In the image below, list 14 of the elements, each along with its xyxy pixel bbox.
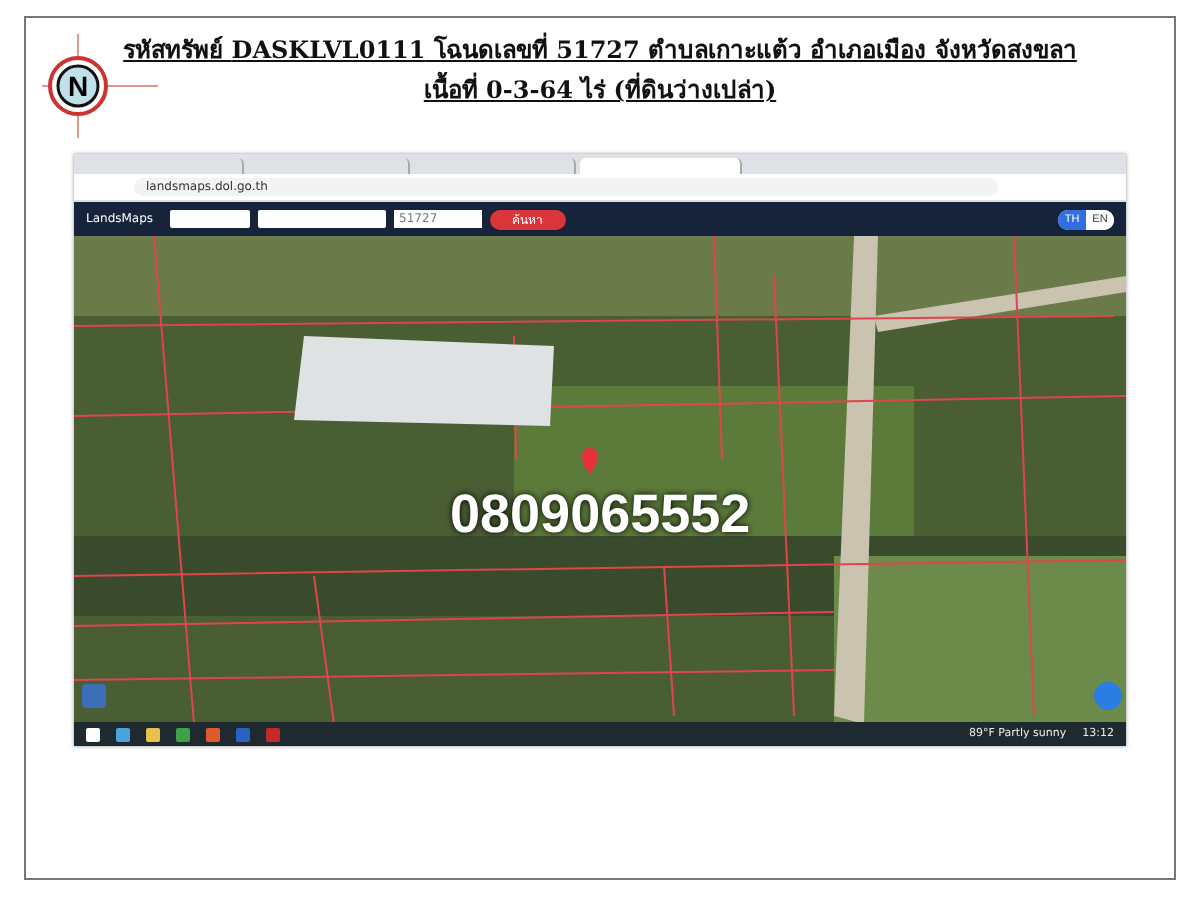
app-icon[interactable]: [176, 727, 190, 741]
app-icon[interactable]: [116, 727, 130, 741]
app-icon[interactable]: [206, 727, 220, 741]
province-dropdown[interactable]: [169, 210, 250, 228]
location-pin-icon: [582, 448, 598, 474]
browser-tab[interactable]: [580, 158, 742, 174]
district-dropdown[interactable]: [257, 210, 386, 228]
app-icon[interactable]: [146, 727, 160, 741]
phone-number: 0809065552: [450, 484, 751, 546]
chat-button[interactable]: [1094, 682, 1122, 710]
start-icon[interactable]: [86, 727, 100, 741]
document-title: รหัสทรัพย์ DASKLVL0111 โฉนดเลขที่ 51727 ตำบลเกาะแต้ว อำเภอเมือง จังหวัดสงขลา: [123, 30, 1077, 68]
document-title: เนื้อที่ 0-3-64 ไร่ (ที่ดินว่างเปล่า): [423, 70, 777, 108]
tool-button[interactable]: [82, 684, 106, 708]
